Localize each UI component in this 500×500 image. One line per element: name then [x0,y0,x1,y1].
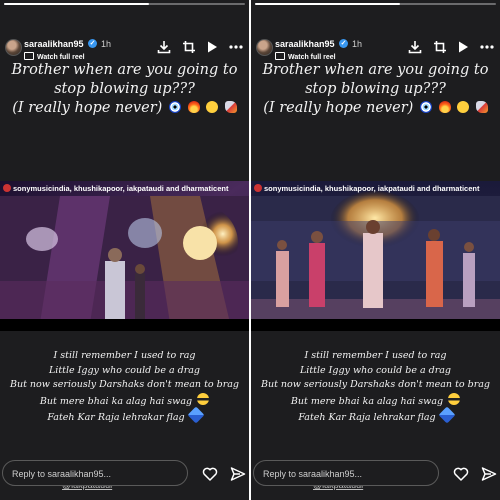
lyrics-text: I still remember I used to rag Little Ig… [0,349,249,426]
heart-icon[interactable] [202,466,218,482]
smiling-face-with-hearts-emoji [206,101,219,113]
timestamp: 1h [352,39,363,49]
fire-emoji [438,101,451,113]
reel-video-thumbnail[interactable] [0,181,249,331]
reply-input[interactable]: Reply to saraalikhan95... [2,460,188,486]
story-caption: Brother when are you going to stop blowi… [251,61,500,118]
fire-emoji [187,101,200,113]
lyrics-text: I still remember I used to rag Little Ig… [251,349,500,426]
video-scene-concert [0,181,249,331]
video-scene-dancers [251,181,500,331]
play-icon[interactable] [205,40,219,54]
lyrics-line: Fateh Kar Raja lehrakar flag [298,412,436,423]
timestamp: 1h [101,39,112,49]
kite-emoji [438,406,456,424]
lyrics-line: But now seriously Darshaks don't mean to… [261,379,490,390]
send-icon[interactable] [230,466,246,482]
verified-badge-icon: ✓ [88,39,97,48]
smiling-face-with-hearts-emoji [457,101,470,113]
watch-full-reel-label: Watch full reel [37,54,85,61]
caption-line: stop blowing up??? [54,81,195,97]
lyrics-line: Fateh Kar Raja lehrakar flag [47,412,185,423]
watch-full-reel-label: Watch full reel [288,54,336,61]
evil-eye-emoji [419,101,432,113]
story-progress-bar [255,3,496,5]
sunglasses-emoji [448,392,461,405]
username[interactable]: saraalikhan95 [24,39,84,49]
caption-line-with-emojis: (I really hope never) [251,99,500,118]
evil-eye-emoji [168,101,181,113]
reel-video-thumbnail[interactable] [251,181,500,331]
watch-full-reel-link[interactable]: Watch full reel [24,52,85,61]
reel-credits[interactable]: sonymusicindia, khushikapoor, iakpataudi… [251,184,500,196]
avatar[interactable] [5,39,22,56]
caption-line: (I really hope never) [12,100,163,116]
lyrics-line: Little Iggy who could be a drag [299,364,452,376]
watch-full-reel-link[interactable]: Watch full reel [275,52,336,61]
lyrics-line-with-emoji: Fateh Kar Raja lehrakar flag [251,406,500,426]
rocket-emoji [224,101,237,113]
crop-icon[interactable] [182,40,196,54]
more-icon[interactable] [480,40,494,54]
avatar[interactable] [256,39,273,56]
story-panel-right[interactable]: saraalikhan95 ✓ 1h Watch full reel Broth… [251,0,500,500]
reply-input[interactable]: Reply to saraalikhan95... [253,460,439,486]
caption-line: (I really hope never) [263,100,414,116]
download-icon[interactable] [408,40,422,54]
story-progress-bar [4,3,245,5]
lyrics-line: Little Iggy who could be a drag [48,364,201,376]
reel-credits-text: sonymusicindia, khushikapoor, iakpataudi… [13,184,229,193]
lyrics-line: I still remember I used to rag [304,350,447,361]
username[interactable]: saraalikhan95 [275,39,335,49]
send-icon[interactable] [481,466,497,482]
caption-line: Brother when are you going to [11,62,238,78]
lyrics-line: But mere bhai ka alag hai swag [290,395,444,407]
download-icon[interactable] [157,40,171,54]
reel-credits-text: sonymusicindia, khushikapoor, iakpataudi… [264,184,480,193]
music-label-avatar [3,184,11,192]
more-icon[interactable] [229,40,243,54]
reel-icon [275,52,285,60]
crop-icon[interactable] [433,40,447,54]
heart-icon[interactable] [453,466,469,482]
caption-line-with-emojis: (I really hope never) [0,99,249,118]
lyrics-line-with-emoji: Fateh Kar Raja lehrakar flag [0,406,249,426]
lyrics-line-with-emoji: But mere bhai ka alag hai swag [251,392,500,410]
lyrics-line: But mere bhai ka alag hai swag [39,395,193,407]
kite-emoji [187,406,205,424]
lyrics-line: But now seriously Darshaks don't mean to… [10,379,239,390]
lyrics-line: I still remember I used to rag [53,350,196,361]
play-icon[interactable] [456,40,470,54]
lyrics-line-with-emoji: But mere bhai ka alag hai swag [0,392,249,410]
caption-line: Brother when are you going to [262,62,489,78]
reel-icon [24,52,34,60]
music-label-avatar [254,184,262,192]
sunglasses-emoji [197,392,210,405]
reel-credits[interactable]: sonymusicindia, khushikapoor, iakpataudi… [0,184,249,196]
story-panel-left[interactable]: saraalikhan95 ✓ 1h Watch full reel Broth… [0,0,249,500]
rocket-emoji [475,101,488,113]
verified-badge-icon: ✓ [339,39,348,48]
caption-line: stop blowing up??? [305,81,446,97]
story-caption: Brother when are you going to stop blowi… [0,61,249,118]
